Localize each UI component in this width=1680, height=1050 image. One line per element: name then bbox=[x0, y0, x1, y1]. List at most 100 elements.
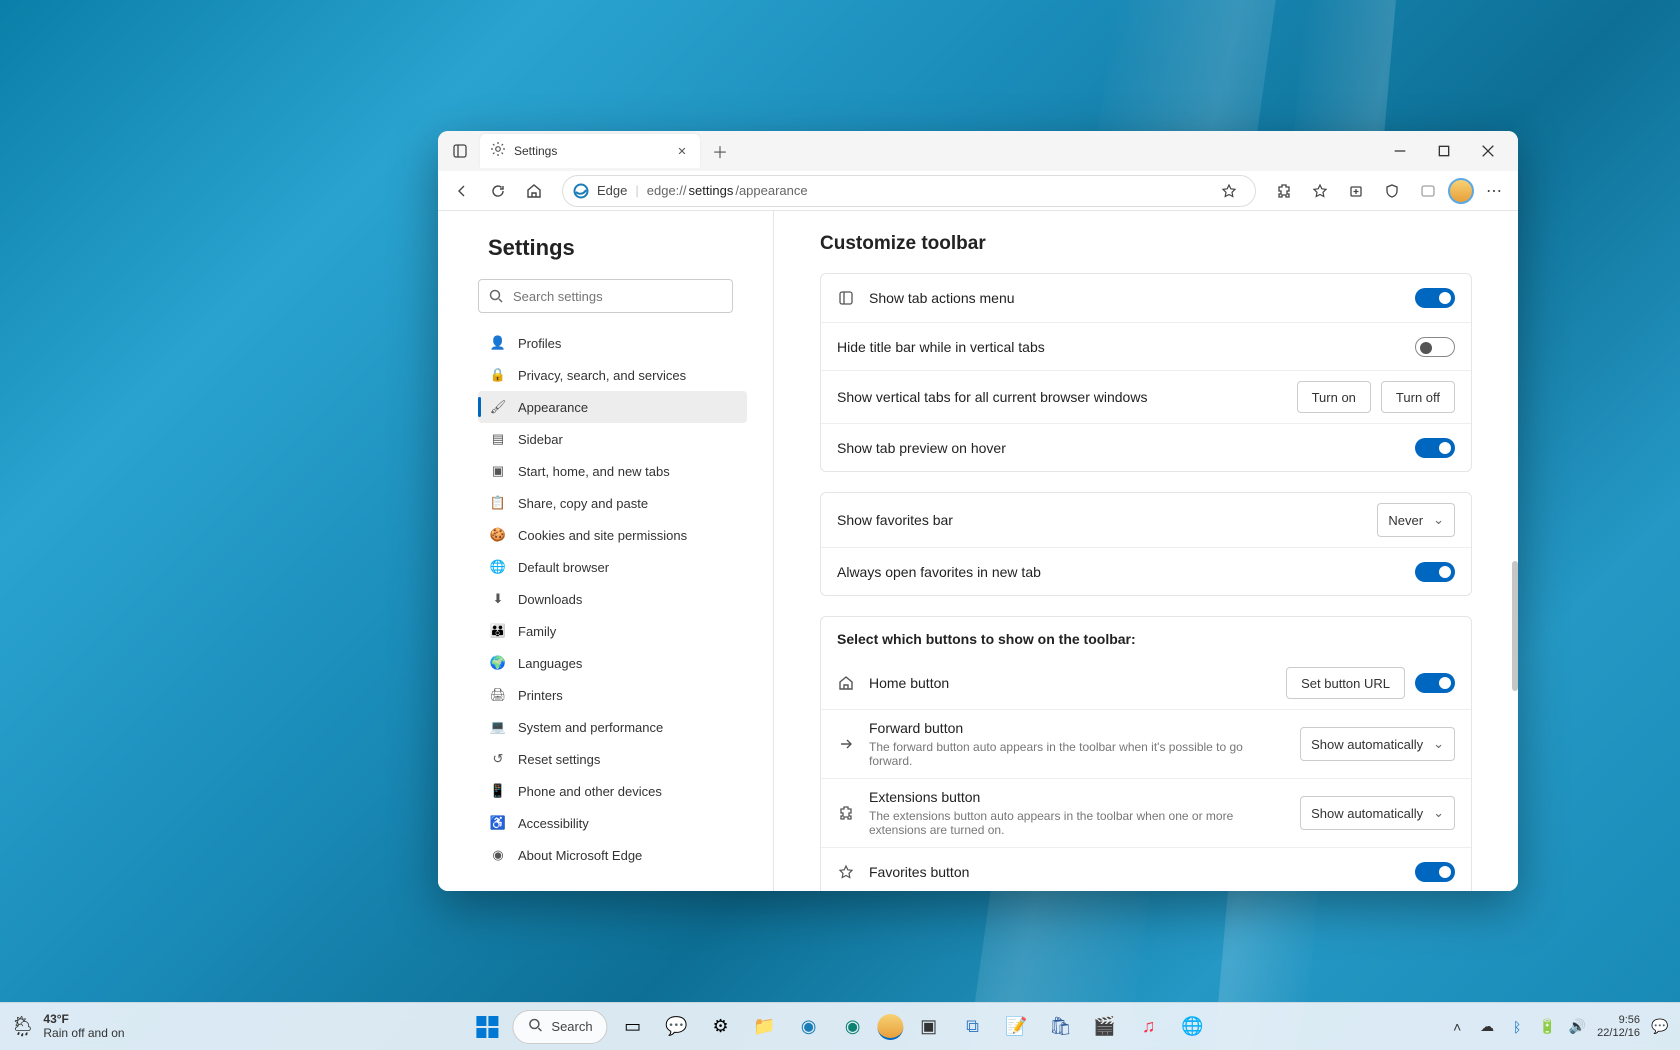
minimize-button[interactable] bbox=[1378, 132, 1422, 170]
home-button-toggle[interactable] bbox=[1415, 673, 1455, 693]
edge-icon[interactable]: ◉ bbox=[790, 1008, 828, 1046]
edge-beta-icon[interactable]: ◉ bbox=[834, 1008, 872, 1046]
favorites-newtab-toggle[interactable] bbox=[1415, 562, 1455, 582]
onedrive-tray-icon[interactable]: ☁ bbox=[1477, 1018, 1497, 1035]
taskbar-clock[interactable]: 9:56 22/12/16 bbox=[1597, 1014, 1640, 1039]
sidebar-item-family[interactable]: 👪Family bbox=[478, 615, 747, 647]
taskbar: 🌦 43°F Rain off and on Search ▭ 💬 ⚙ 📁 ◉ … bbox=[0, 1002, 1680, 1050]
close-window-button[interactable] bbox=[1466, 132, 1510, 170]
search-settings-input[interactable] bbox=[478, 279, 733, 313]
hide-titlebar-toggle[interactable] bbox=[1415, 337, 1455, 357]
store-icon[interactable]: 🛍 bbox=[1042, 1008, 1080, 1046]
sidebar-item-reset-settings[interactable]: ↺Reset settings bbox=[478, 743, 747, 775]
nav-toolbar: Edge | edge://settings/appearance ⋯ bbox=[438, 171, 1518, 211]
nav-label: Sidebar bbox=[518, 432, 563, 447]
sidebar-item-sidebar[interactable]: ▤Sidebar bbox=[478, 423, 747, 455]
file-explorer-icon[interactable]: 📁 bbox=[746, 1008, 784, 1046]
sidebar-item-profiles[interactable]: 👤Profiles bbox=[478, 327, 747, 359]
extensions-dropdown[interactable]: Show automatically ⌄ bbox=[1300, 796, 1455, 830]
nav-label: System and performance bbox=[518, 720, 663, 735]
forward-dropdown[interactable]: Show automatically ⌄ bbox=[1300, 727, 1455, 761]
sidebar-item-downloads[interactable]: ⬇Downloads bbox=[478, 583, 747, 615]
taskbar-search[interactable]: Search bbox=[512, 1010, 607, 1044]
nav-label: Privacy, search, and services bbox=[518, 368, 686, 383]
extensions-button-desc: The extensions button auto appears in th… bbox=[869, 809, 1286, 837]
volume-tray-icon[interactable]: 🔊 bbox=[1567, 1018, 1587, 1035]
notepad-icon[interactable]: 📝 bbox=[998, 1008, 1036, 1046]
browser-tab-settings[interactable]: Settings ✕ bbox=[480, 134, 700, 168]
chrome-icon[interactable]: 🌐 bbox=[1174, 1008, 1212, 1046]
browser-essentials-button[interactable] bbox=[1412, 175, 1444, 207]
sidebar-item-about-microsoft-edge[interactable]: ◉ About Microsoft Edge bbox=[478, 839, 747, 871]
sidebar-item-default-browser[interactable]: 🌐Default browser bbox=[478, 551, 747, 583]
nav-icon: 📱 bbox=[490, 783, 506, 799]
terminal-icon[interactable]: ▣ bbox=[910, 1008, 948, 1046]
tab-actions-button[interactable] bbox=[446, 137, 474, 165]
extensions-button-label: Extensions button bbox=[869, 789, 1286, 805]
favorites-toolbar-button[interactable] bbox=[1304, 175, 1336, 207]
movies-icon[interactable]: 🎬 bbox=[1086, 1008, 1124, 1046]
tab-actions-toggle[interactable] bbox=[1415, 288, 1455, 308]
home-button-label: Home button bbox=[869, 675, 1272, 691]
home-button[interactable] bbox=[518, 175, 550, 207]
sidebar-item-phone-and-other-devices[interactable]: 📱 Phone and other devices bbox=[478, 775, 747, 807]
nav-label: About Microsoft Edge bbox=[518, 848, 642, 863]
sidebar-item-start-home-and-new-tabs[interactable]: ▣Start, home, and new tabs bbox=[478, 455, 747, 487]
apple-music-icon[interactable]: ♫ bbox=[1130, 1008, 1168, 1046]
settings-sidebar: Settings 👤Profiles🔒Privacy, search, and … bbox=[438, 211, 774, 891]
scroll-indicator[interactable] bbox=[1512, 561, 1518, 691]
hide-titlebar-label: Hide title bar while in vertical tabs bbox=[837, 339, 1401, 355]
turn-on-button[interactable]: Turn on bbox=[1297, 381, 1371, 413]
new-tab-button[interactable]: ＋ bbox=[706, 137, 734, 165]
favorites-newtab-label: Always open favorites in new tab bbox=[837, 564, 1401, 580]
address-bar[interactable]: Edge | edge://settings/appearance bbox=[562, 175, 1256, 207]
settings-app-icon[interactable]: ⚙ bbox=[702, 1008, 740, 1046]
nav-icon: ◉ bbox=[490, 847, 506, 863]
weather-temp: 43°F bbox=[43, 1013, 124, 1026]
start-button[interactable] bbox=[468, 1008, 506, 1046]
favorites-button-toggle[interactable] bbox=[1415, 862, 1455, 882]
nav-label: Family bbox=[518, 624, 556, 639]
weather-widget[interactable]: 🌦 43°F Rain off and on bbox=[10, 1013, 125, 1039]
sidebar-item-share-copy-and-paste[interactable]: 📋Share, copy and paste bbox=[478, 487, 747, 519]
edge-canary-icon[interactable] bbox=[878, 1014, 904, 1040]
collections-button[interactable] bbox=[1340, 175, 1372, 207]
vscode-icon[interactable]: ⧉ bbox=[954, 1008, 992, 1046]
sidebar-item-languages[interactable]: 🌍Languages bbox=[478, 647, 747, 679]
nav-label: Downloads bbox=[518, 592, 582, 607]
profile-avatar-button[interactable] bbox=[1448, 178, 1474, 204]
sidebar-item-system-and-performance[interactable]: 💻 System and performance bbox=[478, 711, 747, 743]
sidebar-item-privacy-search-and-services[interactable]: 🔒Privacy, search, and services bbox=[478, 359, 747, 391]
notifications-tray-icon[interactable]: 💬 bbox=[1650, 1018, 1670, 1035]
nav-icon: 📋 bbox=[490, 495, 506, 511]
extensions-toolbar-button[interactable] bbox=[1268, 175, 1300, 207]
more-menu-button[interactable]: ⋯ bbox=[1478, 175, 1510, 207]
battery-tray-icon[interactable]: 🔋 bbox=[1537, 1018, 1557, 1035]
chat-app-icon[interactable]: 💬 bbox=[658, 1008, 696, 1046]
settings-title: Settings bbox=[488, 235, 773, 261]
nav-icon: ♿ bbox=[490, 815, 506, 831]
tab-preview-toggle[interactable] bbox=[1415, 438, 1455, 458]
favorite-star-button[interactable] bbox=[1213, 175, 1245, 207]
nav-label: Phone and other devices bbox=[518, 784, 662, 799]
task-view-button[interactable]: ▭ bbox=[614, 1008, 652, 1046]
shield-button[interactable] bbox=[1376, 175, 1408, 207]
back-button[interactable] bbox=[446, 175, 478, 207]
nav-label: Default browser bbox=[518, 560, 609, 575]
turn-off-button[interactable]: Turn off bbox=[1381, 381, 1455, 413]
sidebar-item-accessibility[interactable]: ♿Accessibility bbox=[478, 807, 747, 839]
maximize-button[interactable] bbox=[1422, 132, 1466, 170]
refresh-button[interactable] bbox=[482, 175, 514, 207]
bluetooth-tray-icon[interactable]: ᛒ bbox=[1507, 1019, 1527, 1035]
set-button-url-button[interactable]: Set button URL bbox=[1286, 667, 1405, 699]
nav-label: Printers bbox=[518, 688, 563, 703]
nav-icon: 👤 bbox=[490, 335, 506, 351]
favorites-bar-dropdown[interactable]: Never ⌄ bbox=[1377, 503, 1455, 537]
sidebar-item-cookies-and-site-permissions[interactable]: 🍪Cookies and site permissions bbox=[478, 519, 747, 551]
weather-icon: 🌦 bbox=[10, 1014, 35, 1039]
sidebar-item-printers[interactable]: 🖨Printers bbox=[478, 679, 747, 711]
sidebar-item-appearance[interactable]: 🖌Appearance bbox=[478, 391, 747, 423]
tray-chevron-up-icon[interactable]: ˄ bbox=[1447, 1019, 1467, 1035]
nav-icon: 💻 bbox=[490, 719, 506, 735]
close-tab-button[interactable]: ✕ bbox=[674, 143, 690, 159]
